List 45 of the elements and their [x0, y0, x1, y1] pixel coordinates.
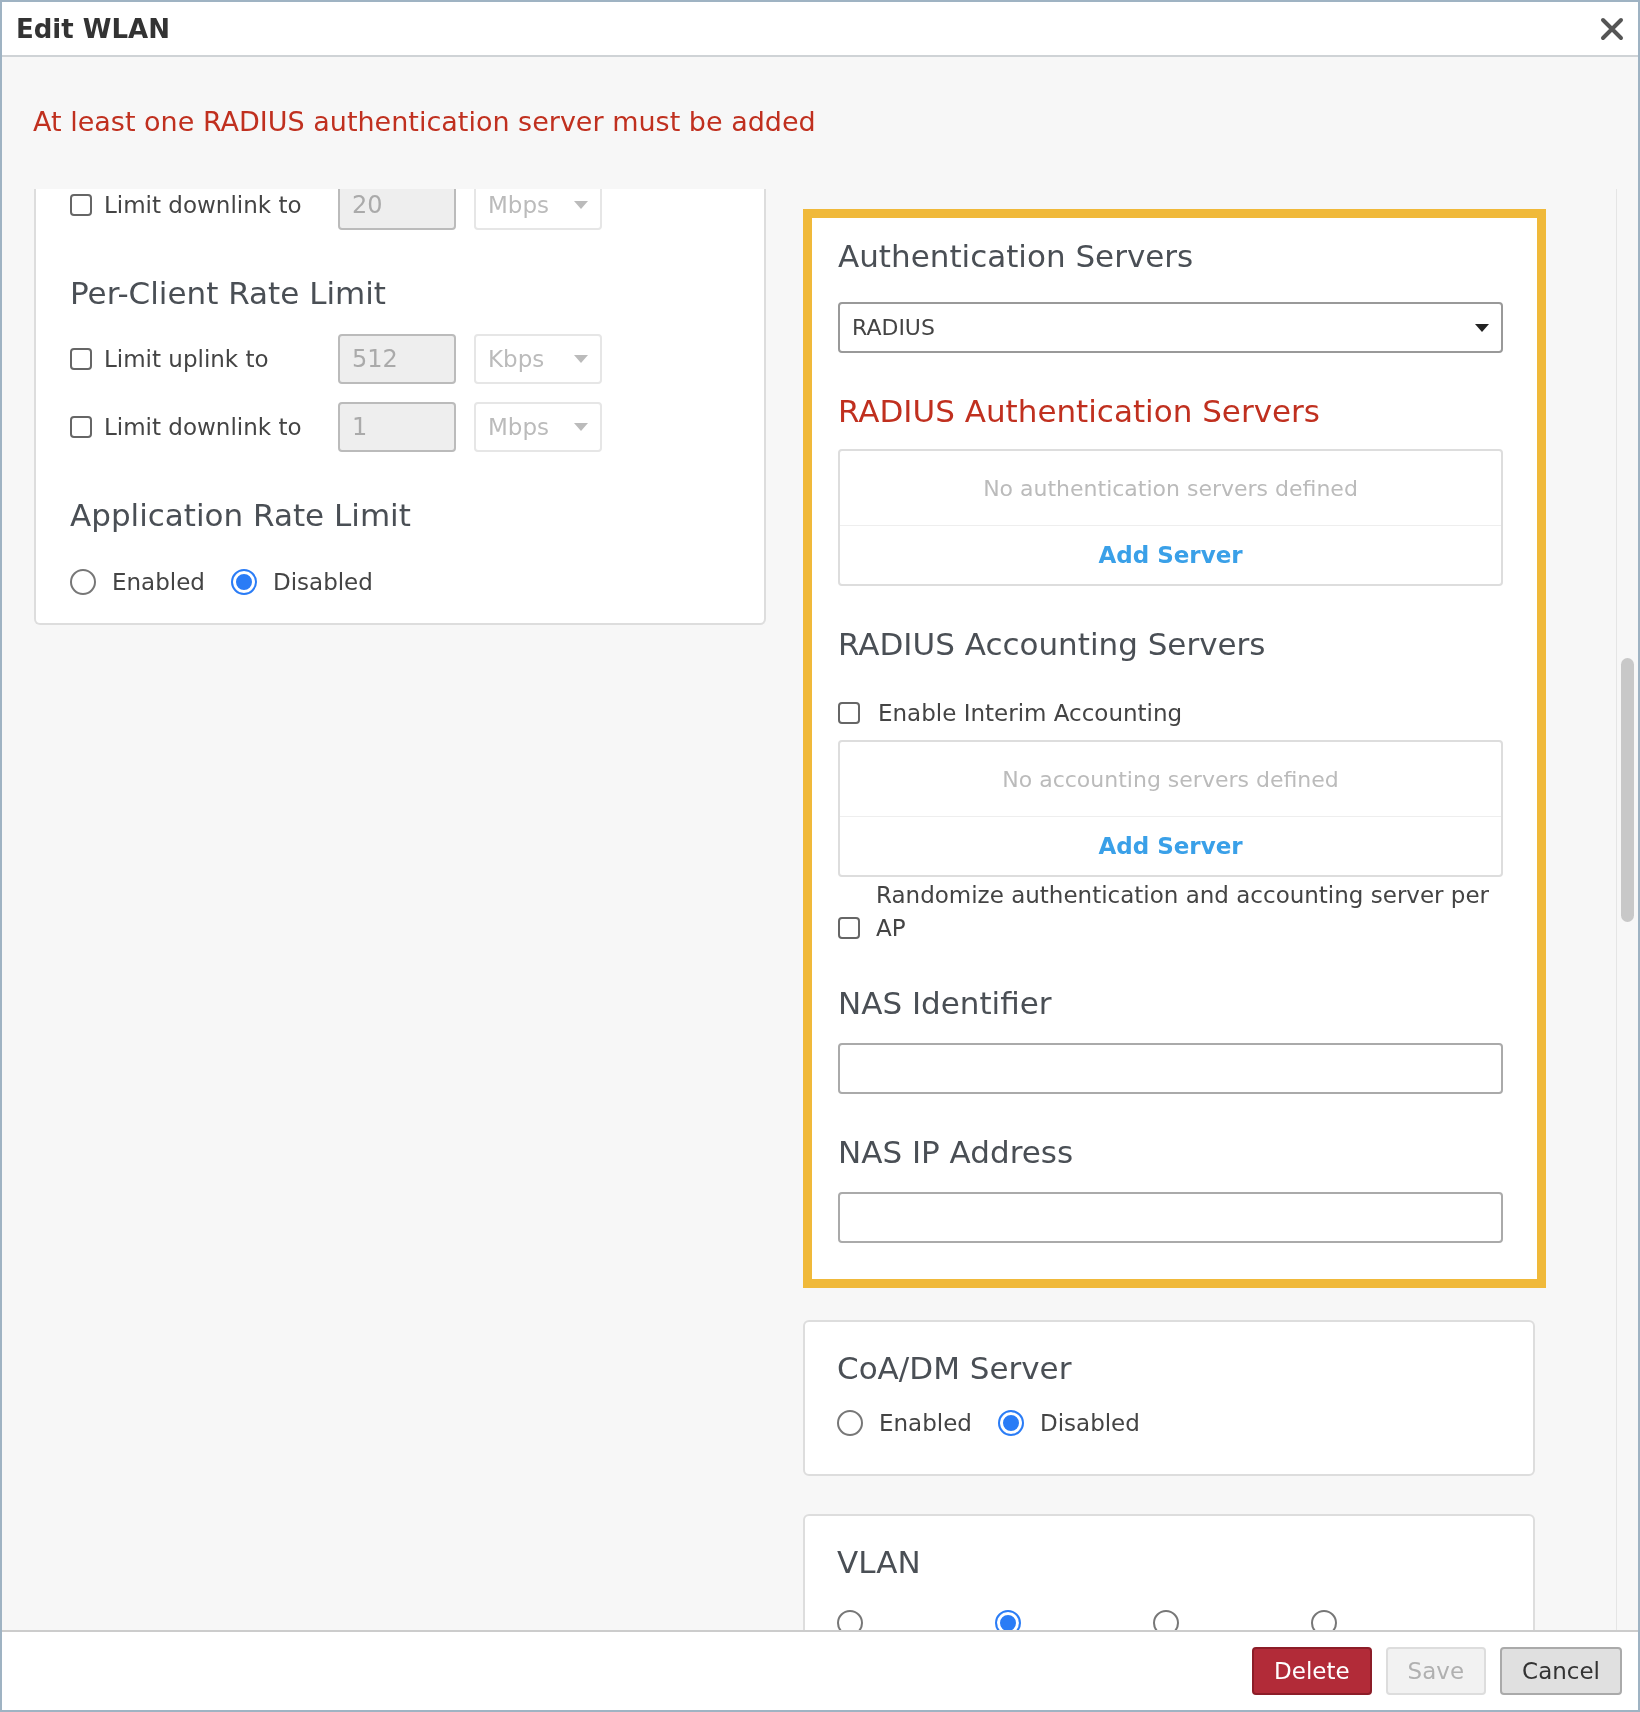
checkbox-label: Limit downlink to — [104, 192, 303, 218]
caret-icon — [1475, 323, 1489, 332]
empty-message: No accounting servers defined — [840, 742, 1501, 817]
server-type-dropdown[interactable]: RADIUS — [838, 302, 1503, 353]
section-heading: Application Rate Limit — [70, 497, 412, 533]
section-heading: Per-Client Rate Limit — [70, 275, 387, 311]
section-heading: CoA/DM Server — [837, 1350, 1073, 1386]
add-server-link[interactable]: Add Server — [840, 817, 1501, 875]
checkbox-label: Limit downlink to — [104, 414, 303, 440]
radio-label: Enabled — [879, 1410, 972, 1436]
dialog-button[interactable]: Cancel — [1500, 1647, 1622, 1695]
radio-button[interactable] — [230, 569, 257, 595]
caret-icon — [574, 201, 588, 209]
checkbox-label: Randomize authentication and accounting server per AP — [876, 881, 1491, 943]
checkbox-label: Enable Interim Accounting — [878, 700, 1183, 726]
radio-button[interactable] — [997, 1410, 1024, 1436]
radio-label: Disabled — [1039, 1410, 1140, 1436]
section-heading: VLAN — [837, 1544, 922, 1580]
caret-icon — [574, 355, 588, 363]
radio-button[interactable] — [995, 1610, 1021, 1630]
radio-button[interactable] — [1153, 1610, 1179, 1630]
checkbox[interactable] — [838, 917, 860, 939]
radio-button[interactable] — [837, 1610, 863, 1630]
dialog-button[interactable]: Delete — [1252, 1647, 1372, 1695]
radio-button[interactable] — [1311, 1610, 1337, 1630]
section-heading: Authentication Servers — [838, 238, 1195, 274]
empty-message: No authentication servers defined — [840, 451, 1501, 526]
section-heading: RADIUS Accounting Servers — [838, 626, 1267, 662]
field-label: NAS Identifier — [838, 985, 1053, 1021]
checkbox[interactable] — [838, 702, 860, 724]
checkbox-label: Limit uplink to — [104, 346, 270, 372]
radio-button[interactable] — [837, 1410, 863, 1436]
radio-label: Disabled — [272, 569, 373, 595]
field-label: NAS IP Address — [838, 1134, 1075, 1170]
window-title: Edit WLAN — [16, 13, 170, 44]
error-message: At least one RADIUS authentication server must be added — [32, 105, 817, 139]
caret-icon — [574, 423, 588, 431]
radio-button[interactable] — [70, 569, 96, 595]
section-heading: RADIUS Authentication Servers — [838, 393, 1321, 429]
input-field[interactable] — [838, 1043, 1503, 1094]
add-server-link[interactable]: Add Server — [840, 526, 1501, 584]
scroll-thumb[interactable] — [1621, 658, 1634, 922]
close-icon[interactable] — [1600, 16, 1624, 41]
radio-label: Enabled — [112, 569, 205, 595]
input-field[interactable] — [838, 1192, 1503, 1243]
